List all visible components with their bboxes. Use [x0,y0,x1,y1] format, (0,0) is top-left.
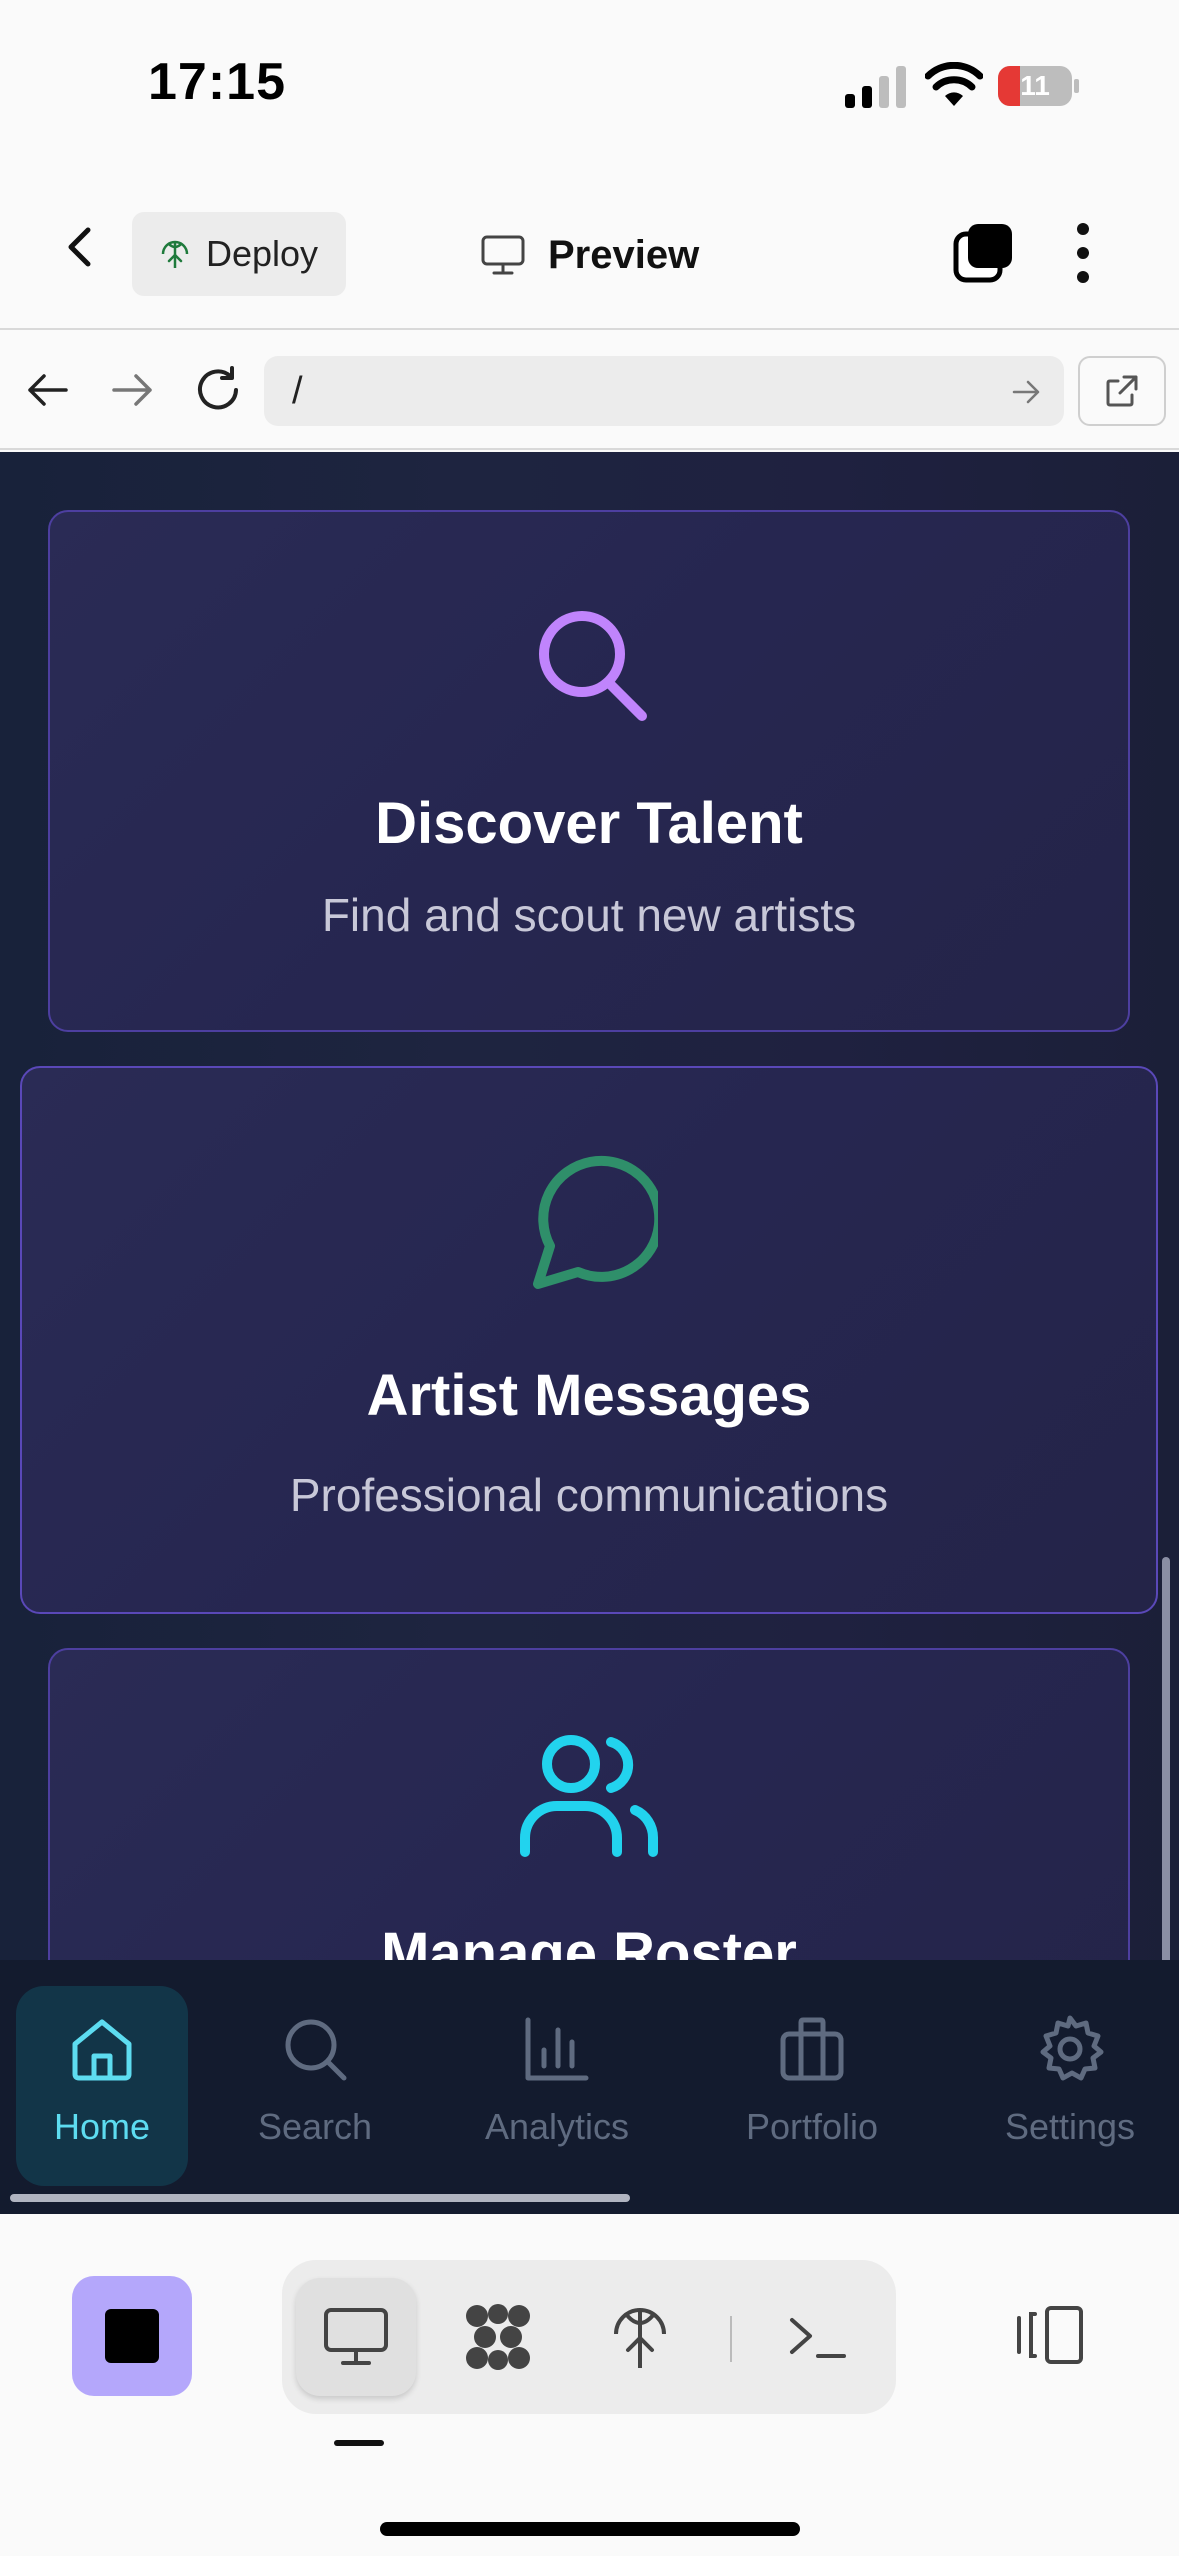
search-icon [539,611,647,721]
deploy-label: Deploy [206,233,319,274]
arrow-right-icon[interactable] [110,368,154,412]
arrow-left-icon[interactable] [26,368,70,412]
nav-label: Settings [1004,2106,1136,2147]
panel-toggle-button[interactable] [1008,2294,1090,2376]
battery-level: 11 [1020,70,1050,101]
wifi-icon [925,62,983,106]
desktop-preview-tool[interactable] [296,2278,416,2396]
terminal-tool[interactable] [758,2278,878,2396]
active-tool-indicator [334,2440,384,2446]
status-time: 17:15 [148,53,286,111]
nav-home[interactable]: Home [16,1986,188,2186]
stop-icon [105,2309,159,2363]
panel-toggle-icon [1017,2306,1083,2364]
desktop-preview-icon [324,2308,388,2365]
battery-indicator: 11 [998,66,1079,106]
go-arrow-icon[interactable] [1010,376,1042,408]
gear-icon [1040,2015,1104,2081]
database-tool[interactable] [438,2278,558,2396]
vertical-scrollbar[interactable] [1162,1557,1170,1960]
more-options-icon[interactable] [1072,220,1094,286]
web-preview: Discover Talent Find and scout new artis… [0,452,1179,1960]
toolbar-divider [730,2316,732,2362]
cellular-signal-icon [845,66,906,108]
deploy-icon [614,2308,666,2368]
status-bar: 17:15 11 [0,0,1179,160]
preview-title: Preview [480,220,699,290]
app-header: Deploy Preview [0,160,1179,330]
message-circle-icon [533,1155,658,1289]
browser-url-bar: / [0,332,1179,450]
artist-messages-card[interactable]: Artist Messages Professional communicati… [20,1066,1158,1614]
discover-talent-card[interactable]: Discover Talent Find and scout new artis… [48,510,1130,1032]
home-indicator [380,2522,800,2536]
nav-analytics[interactable]: Analytics [460,1986,654,2186]
horizontal-scrollbar[interactable] [10,2194,630,2202]
external-link-icon [1106,375,1138,407]
monitor-icon [481,235,525,275]
bar-chart-icon [525,2017,589,2081]
card-title: Manage Roster [381,1921,797,1960]
preview-label: Preview [548,232,700,277]
nav-label: Analytics [484,2106,630,2147]
back-chevron-icon[interactable] [56,222,106,272]
nav-label: Home [53,2106,151,2147]
open-external-button[interactable] [1078,356,1166,426]
search-icon [285,2019,347,2081]
nav-settings[interactable]: Settings [970,1986,1170,2186]
users-icon [520,1735,658,1857]
card-title: Artist Messages [366,1363,812,1428]
deploy-icon [161,240,189,268]
home-icon [72,2019,132,2081]
card-subtitle: Professional communications [289,1469,889,1521]
reload-icon[interactable] [192,364,244,416]
card-subtitle: Find and scout new artists [321,889,857,941]
bottom-toolbar [0,2214,1179,2556]
deploy-tool[interactable] [580,2278,700,2396]
url-input[interactable]: / [264,356,1064,426]
nav-label: Portfolio [745,2106,879,2147]
tabs-icon[interactable] [952,222,1014,284]
nav-label: Search [257,2106,373,2147]
terminal-icon [790,2318,846,2358]
nav-portfolio[interactable]: Portfolio [720,1986,904,2186]
card-title: Discover Talent [375,791,803,856]
deploy-button[interactable]: Deploy [132,212,346,296]
database-icon [466,2304,530,2370]
stop-button[interactable] [72,2276,192,2396]
nav-search[interactable]: Search [230,1986,400,2186]
manage-roster-card[interactable]: Manage Roster [48,1648,1130,1960]
tool-switcher [282,2260,896,2414]
app-bottom-nav: Home Search Analytics Portfolio Settings [0,1960,1179,2214]
url-text: / [292,370,303,412]
briefcase-icon [780,2017,844,2081]
